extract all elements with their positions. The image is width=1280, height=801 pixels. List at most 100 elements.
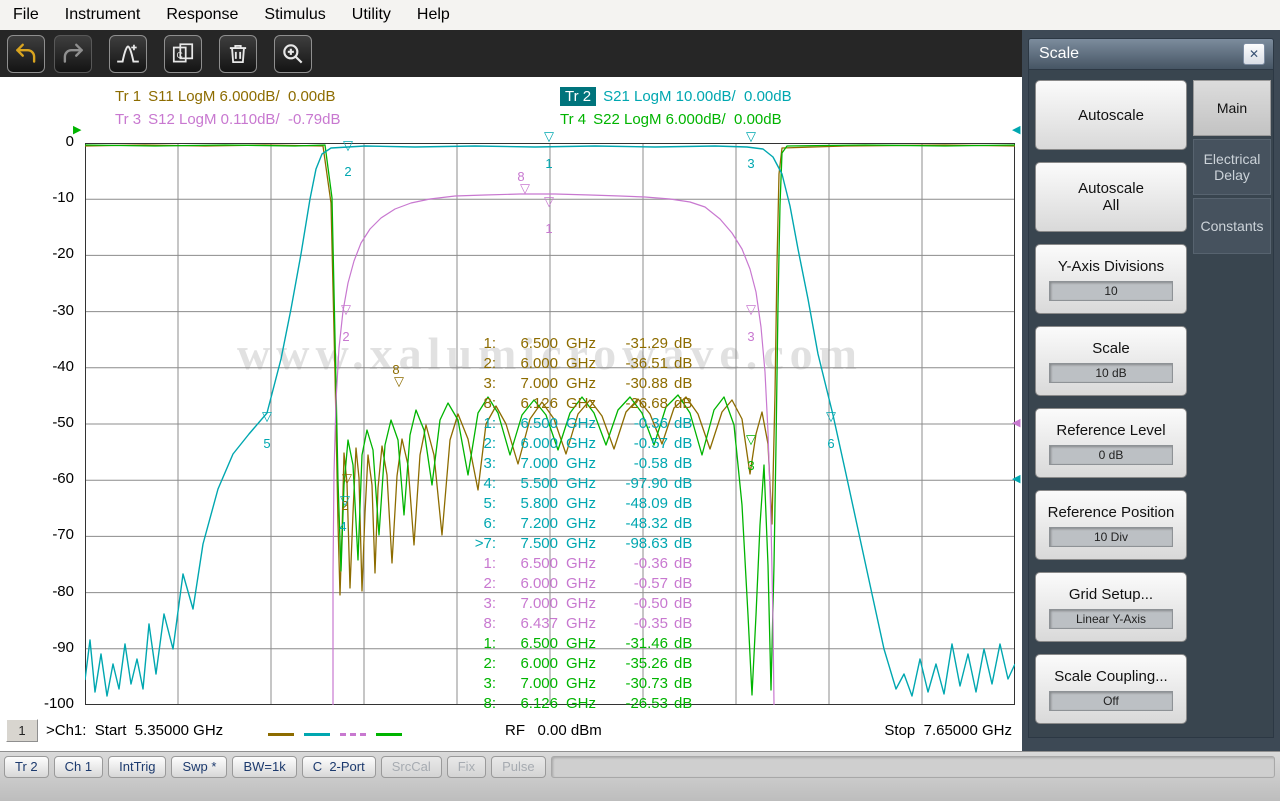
marker-triangle[interactable]: ▽ [544,131,554,144]
autoscale-all-button[interactable]: Autoscale All [1035,162,1187,232]
status-c-2-port-button[interactable]: C 2-Port [301,756,376,778]
menu-item-response[interactable]: Response [153,6,251,24]
marker-readout-row: 1: 6.500 GHz -31.46 dB [483,635,693,652]
marker-triangle[interactable]: ▽ [340,495,350,508]
y-axis-tick-label: -60 [52,470,74,488]
menu-item-stimulus[interactable]: Stimulus [251,6,338,24]
scale-panel-header[interactable]: Scale ✕ [1028,38,1274,70]
trace-number-badge: Tr 4 [560,111,587,128]
legend-dash [268,733,294,736]
marker-readout-row: 1: 6.500 GHz -31.29 dB [483,335,693,352]
trace-number-badge: Tr 1 [115,88,142,105]
panel-title: Scale [1039,45,1080,62]
marker-readout-row: 8: 6.126 GHz -26.53 dB [483,695,693,712]
marker-triangle[interactable]: ▽ [746,434,756,447]
y-axis-tick-label: 0 [65,133,74,150]
marker-readout-row: 1: 6.500 GHz -0.36 dB [483,555,693,572]
status-bw-1k-button[interactable]: BW=1k [232,756,297,778]
panel-button-label: Autoscale All [1078,180,1144,214]
marker-number-label: 3 [747,156,755,171]
trace-label-tr-1[interactable]: Tr 1 S11 LogM 6.000dB/ 0.00dB [115,88,336,105]
trash-button[interactable] [219,35,257,73]
menu-item-utility[interactable]: Utility [339,6,404,24]
panel-buttons: Autoscale Autoscale All Y-Axis Divisions 10… [1035,80,1187,724]
marker-triangle[interactable]: ▽ [342,473,352,486]
reference-level-button[interactable]: Reference Level 0 dB [1035,408,1187,478]
marker-triangle[interactable]: ▽ [262,411,272,424]
marker-number-label: 8 [517,169,525,184]
grid-setup-button[interactable]: Grid Setup... Linear Y-Axis [1035,572,1187,642]
tab-main[interactable]: Main [1193,80,1271,136]
marker-triangle[interactable]: ▽ [746,131,756,144]
y-axis-divisions-button[interactable]: Y-Axis Divisions 10 [1035,244,1187,314]
status-srccal-button[interactable]: SrcCal [380,756,442,778]
marker-readout-row: 2: 6.000 GHz -0.57 dB [483,435,693,452]
status-fix-button[interactable]: Fix [446,756,487,778]
marker-readout-row: 3: 7.000 GHz -30.73 dB [483,675,693,692]
marker-triangle[interactable]: ▽ [343,140,353,153]
status-swp-button[interactable]: Swp * [171,756,228,778]
reference-position-button[interactable]: Reference Position 10 Div [1035,490,1187,560]
marker-triangle[interactable]: ▽ [520,183,530,196]
trace-number-badge: Tr 2 [560,87,597,106]
y-axis-tick-label: -20 [52,245,74,263]
status-pulse-button[interactable]: Pulse [491,756,546,778]
panel-tabs: Main Electrical Delay Constants [1193,80,1271,254]
marker-triangle[interactable]: ▽ [341,304,351,317]
marker-triangle[interactable]: ▽ [544,196,554,209]
marker-readouts: 1: 6.500 GHz -31.29 dB 2: 6.000 GHz -36.51 dB 3: 7.… [452,334,693,714]
reference-level-arrow: ▶ [73,123,82,136]
marker-number-label: 2 [344,164,352,179]
marker-readout-row: 3: 7.000 GHz -30.88 dB [483,375,693,392]
marker-readout-row: 2: 6.000 GHz -36.51 dB [483,355,693,372]
marker-number-label: 3 [747,458,755,473]
menu-item-file[interactable]: File [0,6,52,24]
redo-icon [60,41,86,67]
trace-format-text: S11 LogM 6.000dB/ 0.00dB [148,88,336,105]
menu-item-instrument[interactable]: Instrument [52,6,154,24]
marker-number-label: 1 [545,221,553,236]
trace-legend [268,733,402,736]
panel-button-label: Scale Coupling... [1054,667,1168,685]
trace-format-text: S21 LogM 10.00dB/ 0.00dB [603,88,792,105]
marker-triangle[interactable]: ▽ [826,411,836,424]
tab-electrical-delay[interactable]: Electrical Delay [1193,139,1271,195]
panel-button-label: Autoscale [1078,106,1144,124]
autoscale-button[interactable]: Autoscale [1035,80,1187,150]
marker-triangle[interactable]: ▽ [746,304,756,317]
menu-item-help[interactable]: Help [404,6,463,24]
status-inttrig-button[interactable]: IntTrig [108,756,167,778]
legend-dash [304,733,330,736]
reference-level-arrow: ◀ [1012,123,1021,136]
undo-icon [13,41,39,67]
panel-button-value: Off [1048,690,1174,711]
status-ch-1-button[interactable]: Ch 1 [53,756,104,778]
copy-channel-button[interactable]: C [164,35,202,73]
zoom-in-button[interactable] [274,35,312,73]
panel-button-label: Y-Axis Divisions [1057,257,1165,275]
panel-button-label: Reference Position [1047,503,1175,521]
redo-button[interactable] [54,35,92,73]
undo-button[interactable] [7,35,45,73]
tab-constants[interactable]: Constants [1193,198,1271,254]
status-tr-2-button[interactable]: Tr 2 [4,756,49,778]
scale-button[interactable]: Scale 10 dB [1035,326,1187,396]
trace-label-tr-4[interactable]: Tr 4 S22 LogM 6.000dB/ 0.00dB [560,111,782,128]
marker-readout-row: 1: 6.500 GHz -0.36 dB [483,415,693,432]
marker-readout-row: 8: 6.126 GHz -26.68 dB [483,395,693,412]
trace-label-tr-2[interactable]: Tr 2 S21 LogM 10.00dB/ 0.00dB [560,87,792,106]
marker-number-label: 1 [545,156,553,171]
peak-search-button[interactable] [109,35,147,73]
reference-level-arrow: ◀ [1012,472,1021,485]
marker-readout-row: 2: 6.000 GHz -0.57 dB [483,575,693,592]
marker-number-label: 4 [339,519,347,534]
scale-coupling-button[interactable]: Scale Coupling... Off [1035,654,1187,724]
close-icon[interactable]: ✕ [1243,43,1265,65]
y-axis-tick-label: -10 [52,189,74,207]
sweep-stop-label: Stop 7.65000 GHz [884,722,1012,739]
marker-triangle[interactable]: ▽ [394,376,404,389]
y-axis-tick-label: -80 [52,582,74,600]
trace-label-tr-3[interactable]: Tr 3 S12 LogM 0.110dB/ -0.79dB [115,111,340,128]
channel-indicator[interactable]: 1 [6,719,38,742]
peak-search-icon [115,41,141,67]
